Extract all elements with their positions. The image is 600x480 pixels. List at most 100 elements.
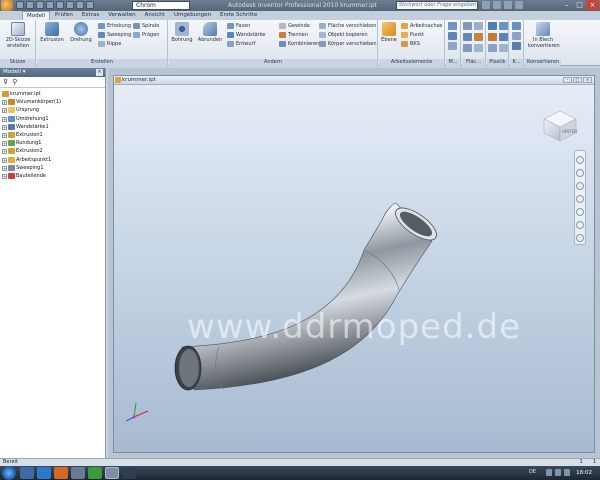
- tab-umgebungen[interactable]: Umgebungen: [170, 11, 215, 20]
- expand-icon[interactable]: +: [2, 141, 7, 147]
- expand-icon[interactable]: +: [2, 157, 7, 163]
- expand-icon[interactable]: +: [2, 165, 7, 171]
- punkt-button[interactable]: Punkt: [401, 31, 424, 39]
- rectangular-pattern-icon[interactable]: [448, 22, 457, 30]
- arbeitsachse-button[interactable]: Arbeitsachse: [401, 22, 442, 30]
- filter-icon[interactable]: ⊽: [3, 79, 8, 86]
- ebene-button[interactable]: Ebene: [379, 22, 399, 43]
- expand-icon[interactable]: +: [2, 124, 7, 130]
- minimize-button[interactable]: –: [560, 0, 573, 10]
- tab-extras[interactable]: Extras: [78, 11, 103, 20]
- close-button[interactable]: ×: [586, 0, 599, 10]
- rule-fillet-icon[interactable]: [488, 44, 497, 52]
- tree-item[interactable]: + Rundung1: [2, 139, 105, 147]
- import-icon[interactable]: [512, 32, 521, 40]
- find-icon[interactable]: ⚲: [12, 79, 17, 86]
- create-2d-sketch-button[interactable]: 2D-Skizze erstellen: [4, 22, 32, 49]
- search-icon[interactable]: [482, 1, 490, 9]
- select-icon[interactable]: [86, 1, 94, 9]
- tab-modell[interactable]: Modell: [22, 11, 51, 20]
- zoom-all-icon[interactable]: [576, 221, 584, 229]
- media-taskbar-icon[interactable]: [71, 467, 85, 479]
- doc-close-button[interactable]: ×: [583, 77, 592, 83]
- tray-icon[interactable]: [555, 469, 561, 476]
- bohrung-button[interactable]: Bohrung: [169, 22, 195, 43]
- boss-icon[interactable]: [499, 22, 508, 30]
- tree-item[interactable]: + Volumenkörper(1): [2, 98, 105, 106]
- tray-icon[interactable]: [546, 469, 552, 476]
- tab-verwalten[interactable]: Verwalten: [104, 11, 139, 20]
- rest-icon[interactable]: [488, 33, 497, 41]
- app-taskbar-icon[interactable]: [122, 467, 136, 479]
- help-search-input[interactable]: Stichwort oder Frage eingeben: [396, 1, 478, 10]
- objekt-kopieren-button[interactable]: Objekt kopieren: [319, 31, 368, 39]
- tab-ansicht[interactable]: Ansicht: [141, 11, 169, 20]
- doc-maximize-button[interactable]: □: [573, 77, 582, 83]
- wandstaerke-button[interactable]: Wandstärke: [227, 31, 266, 39]
- mirror-icon[interactable]: [448, 42, 457, 50]
- update-icon[interactable]: [76, 1, 84, 9]
- save-icon[interactable]: [36, 1, 44, 9]
- start-button[interactable]: [2, 466, 16, 480]
- erhebung-button[interactable]: Erhebung: [98, 22, 131, 30]
- browser-close-button[interactable]: ×: [96, 69, 103, 76]
- pipe-elbow[interactable]: [181, 202, 433, 391]
- browser-title[interactable]: Modell: [3, 69, 21, 75]
- language-indicator[interactable]: DE: [529, 469, 536, 475]
- pan-icon[interactable]: [576, 169, 584, 177]
- drehung-button[interactable]: Drehung: [68, 22, 94, 43]
- derive-icon[interactable]: [512, 22, 521, 30]
- tree-item[interactable]: + Extrusion1: [2, 131, 105, 139]
- circular-pattern-icon[interactable]: [448, 32, 457, 40]
- dropdown-arrow-icon[interactable]: ▾: [23, 69, 26, 75]
- tab-pruefen[interactable]: Prüfen: [51, 11, 77, 20]
- ie-taskbar-icon[interactable]: [37, 467, 51, 479]
- expand-icon[interactable]: +: [2, 116, 7, 122]
- zoom-icon[interactable]: [576, 182, 584, 190]
- expand-icon[interactable]: +: [2, 173, 7, 179]
- open-icon[interactable]: [26, 1, 34, 9]
- fasen-button[interactable]: Fasen: [227, 22, 250, 30]
- gewinde-button[interactable]: Gewinde: [279, 22, 310, 30]
- sweeping-button[interactable]: Sweeping: [98, 31, 131, 39]
- look-at-icon[interactable]: [576, 208, 584, 216]
- view-face-icon[interactable]: [576, 234, 584, 242]
- expand-icon[interactable]: +: [2, 108, 7, 114]
- undo-icon[interactable]: [46, 1, 54, 9]
- explorer-taskbar-icon[interactable]: [20, 467, 34, 479]
- rippe-button[interactable]: Rippe: [98, 40, 121, 48]
- entwurf-button[interactable]: Entwurf: [227, 40, 255, 48]
- firefox-taskbar-icon[interactable]: [54, 467, 68, 479]
- grill-icon[interactable]: [488, 22, 497, 30]
- tree-item[interactable]: + Sweeping1: [2, 164, 105, 172]
- praegen-button[interactable]: Prägen: [133, 31, 159, 39]
- inventor-taskbar-icon[interactable]: [105, 467, 119, 479]
- utility-taskbar-icon[interactable]: [88, 467, 102, 479]
- volume-icon[interactable]: [564, 469, 570, 476]
- trim-icon[interactable]: [474, 33, 483, 41]
- star-icon[interactable]: [504, 1, 512, 9]
- trennen-button[interactable]: Trennen: [279, 31, 308, 39]
- tree-item[interactable]: + Wandstärke1: [2, 123, 105, 131]
- flaeche-verschieben-button[interactable]: Fläche verschieben: [319, 22, 376, 30]
- replace-face-icon[interactable]: [474, 44, 483, 52]
- viewcube[interactable]: [543, 110, 577, 142]
- expand-icon[interactable]: +: [2, 149, 7, 155]
- stitch-icon[interactable]: [463, 22, 472, 30]
- expand-icon[interactable]: +: [2, 100, 7, 106]
- 3d-viewport[interactable]: HINTEN www.ddrmoped.de: [114, 85, 594, 452]
- steering-wheel-icon[interactable]: [576, 156, 584, 164]
- new-icon[interactable]: [16, 1, 24, 9]
- koerper-verschieben-button[interactable]: Körper verschieben: [319, 40, 377, 48]
- tree-item[interactable]: + Bauteilende: [2, 172, 105, 180]
- snap-fit-icon[interactable]: [499, 33, 508, 41]
- tree-item[interactable]: + Arbeitspunkt1: [2, 156, 105, 164]
- tree-item[interactable]: + Ursprung: [2, 106, 105, 114]
- help-icon[interactable]: [515, 1, 523, 9]
- expand-icon[interactable]: +: [2, 132, 7, 138]
- tree-item[interactable]: + Extrusion2: [2, 147, 105, 155]
- doc-minimize-button[interactable]: –: [563, 77, 572, 83]
- clock[interactable]: 18:02: [576, 470, 592, 476]
- create-ifeature-icon[interactable]: [512, 42, 521, 50]
- in-blech-konvertieren-button[interactable]: In Blech konvertieren: [528, 22, 560, 49]
